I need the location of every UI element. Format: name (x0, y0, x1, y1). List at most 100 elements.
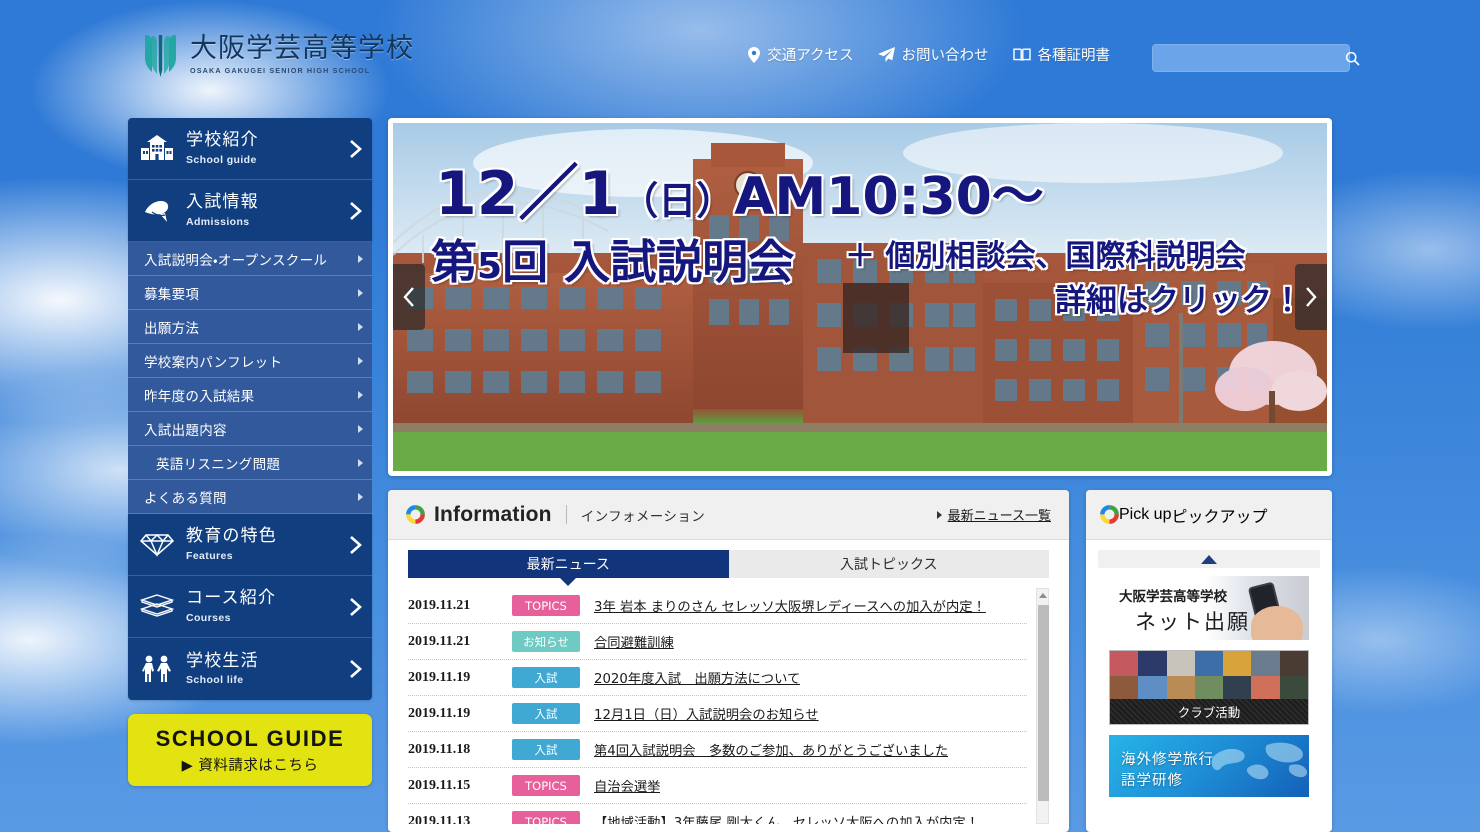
color-ring-icon (406, 505, 425, 524)
sidebar-item-english-listening[interactable]: 英語リスニング問題 (128, 446, 372, 480)
news-title[interactable]: 第4回入試説明会 多数のご参加、ありがとうございました (594, 740, 948, 759)
news-title[interactable]: 2020年度入試 出願方法について (594, 668, 800, 687)
news-date: 2019.11.19 (408, 705, 471, 721)
hero-slide-image: 12／1（日）AM10:30〜 第5回 入試説明会 ＋ 個別相談会、国際科説明会… (393, 123, 1327, 471)
news-scroll-area: 2019.11.21 TOPICS 3年 岩本 まりのさん セレッソ大阪堺レディ… (408, 588, 1049, 824)
news-row[interactable]: 2019.11.19 入試 2020年度入試 出願方法について (408, 660, 1027, 696)
page-body: 学校紹介 School guide 入試情報 Admissions 入試説明会・… (128, 118, 1350, 832)
sidebar-sub-label: 入試出題内容 (144, 422, 227, 439)
scroll-up-arrow-icon[interactable] (1038, 593, 1047, 598)
carousel-prev-button[interactable] (393, 264, 425, 330)
pickup-body: 大阪学芸高等学校 ネット出願 クラブ活動 海外修学旅行 語学研修 (1086, 540, 1332, 797)
information-header: Information インフォメーション 最新ニュース一覧 (388, 490, 1069, 540)
triangle-right-icon (348, 254, 372, 263)
search-button[interactable] (1345, 45, 1360, 71)
news-badge: 入試 (512, 703, 580, 724)
tab-admission-topics[interactable]: 入試トピックス (728, 550, 1049, 578)
news-title[interactable]: 3年 岩本 まりのさん セレッソ大阪堺レディースへの加入が内定！ (594, 596, 986, 615)
hand-illustration (1251, 606, 1303, 640)
news-title[interactable]: 12月1日（日）入試説明会のお知らせ (594, 704, 819, 723)
news-date: 2019.11.13 (408, 813, 471, 825)
sidebar-item-last-year-results[interactable]: 昨年度の入試結果 (128, 378, 372, 412)
sidebar-sub-label: 出願方法 (144, 320, 200, 337)
header-link-access[interactable]: 交通アクセス (748, 44, 854, 65)
news-row[interactable]: 2019.11.18 入試 第4回入試説明会 多数のご参加、ありがとうございまし… (408, 732, 1027, 768)
school-guide-jp-label: ▶ 資料請求はこちら (181, 757, 319, 774)
triangle-right-icon (348, 288, 372, 297)
news-row[interactable]: 2019.11.13 TOPICS 【地域活動】3年藤尾 剛大くん、セレッソ大阪… (408, 804, 1027, 824)
news-date: 2019.11.18 (408, 741, 471, 757)
logo-text-en: OSAKA GAKUGEI SENIOR HIGH SCHOOL (190, 66, 371, 76)
news-badge: TOPICS (512, 595, 580, 616)
sidebar-item-briefing[interactable]: 入試説明会・オープンスクール (128, 242, 372, 276)
triangle-right-icon (348, 424, 372, 433)
chevron-right-icon (338, 597, 372, 617)
sidebar-item-school-life[interactable]: 学校生活 School life (128, 638, 372, 700)
chevron-right-icon (338, 201, 372, 221)
club-photo (1110, 676, 1139, 701)
news-row[interactable]: 2019.11.15 TOPICS 自治会選挙 (408, 768, 1027, 804)
sidebar-item-label-jp: 教育の特色 (186, 526, 277, 547)
news-row[interactable]: 2019.11.21 お知らせ 合同避難訓練 (408, 624, 1027, 660)
sidebar-item-courses[interactable]: コース紹介 Courses (128, 576, 372, 638)
tab-latest-news[interactable]: 最新ニュース (408, 550, 729, 578)
world-map-icon (1211, 742, 1308, 780)
news-list-link-label: 最新ニュース一覧 (947, 509, 1051, 524)
site-logo[interactable]: 大阪学芸高等学校 OSAKA GAKUGEI SENIOR HIGH SCHOO… (142, 32, 414, 78)
tab-label: 入試トピックス (839, 557, 938, 573)
sidebar-item-label-en: Admissions (186, 215, 250, 228)
club-photo (1223, 676, 1252, 701)
triangle-right-icon (348, 458, 372, 467)
sidebar-item-school-guide[interactable]: 学校紹介 School guide (128, 118, 372, 180)
school-guide-en-label: SCHOOL GUIDE (155, 725, 345, 751)
sidebar-item-exam-content[interactable]: 入試出題内容 (128, 412, 372, 446)
news-title[interactable]: 自治会選挙 (594, 776, 660, 795)
banner-net-application[interactable]: 大阪学芸高等学校 ネット出願 (1109, 576, 1309, 640)
search-input[interactable] (1153, 45, 1345, 71)
news-date: 2019.11.19 (408, 669, 471, 685)
sidebar-item-label-jp: 学校生活 (186, 650, 259, 671)
pickup-title-en: Pick up (1119, 505, 1172, 523)
sidebar-item-guidelines[interactable]: 募集要項 (128, 276, 372, 310)
sidebar-item-pamphlet[interactable]: 学校案内パンフレット (128, 344, 372, 378)
hero-overlay-text: 12／1（日）AM10:30〜 第5回 入試説明会 ＋ 個別相談会、国際科説明会… (393, 123, 1327, 471)
sidebar-item-label-jp: 入試情報 (186, 192, 259, 213)
header-link-contact[interactable]: お問い合わせ (877, 44, 989, 65)
sidebar-item-faq[interactable]: よくある質問 (128, 480, 372, 514)
information-title-jp: インフォメーション (580, 508, 706, 525)
club-photo (1251, 651, 1280, 676)
sidebar-sub-label: 学校案内パンフレット (144, 354, 283, 371)
news-list-link[interactable]: 最新ニュース一覧 (936, 505, 1051, 524)
hero-carousel[interactable]: 12／1（日）AM10:30〜 第5回 入試説明会 ＋ 個別相談会、国際科説明会… (388, 118, 1332, 476)
club-photo (1110, 651, 1139, 676)
pickup-header: Pick up ピックアップ (1086, 490, 1332, 540)
banner-club-activities[interactable]: クラブ活動 (1109, 650, 1309, 725)
pickup-title-jp: ピックアップ (1171, 508, 1268, 526)
scrollbar-thumb[interactable] (1038, 605, 1049, 801)
search-box[interactable] (1152, 44, 1360, 72)
club-photo (1138, 676, 1167, 701)
carousel-next-button[interactable] (1295, 264, 1327, 330)
banner-overseas-study[interactable]: 海外修学旅行 語学研修 (1109, 735, 1309, 797)
sidebar-item-features[interactable]: 教育の特色 Features (128, 514, 372, 576)
news-row[interactable]: 2019.11.19 入試 12月1日（日）入試説明会のお知らせ (408, 696, 1027, 732)
news-title[interactable]: 【地域活動】3年藤尾 剛大くん、セレッソ大阪への加入が内定！ (594, 812, 979, 824)
header-nav: 交通アクセス お問い合わせ 各種証明書 (748, 44, 1110, 65)
club-photo-grid (1110, 651, 1308, 701)
two-people-icon (128, 655, 186, 683)
pickup-scroll-up-button[interactable] (1098, 550, 1320, 568)
sidebar-item-application[interactable]: 出願方法 (128, 310, 372, 344)
school-guide-request-button[interactable]: SCHOOL GUIDE ▶ 資料請求はこちら (128, 714, 372, 786)
hero-line-1: 12／1（日）AM10:30〜 (435, 159, 1044, 229)
sidebar-item-label-jp: 学校紹介 (186, 130, 259, 151)
news-title[interactable]: 合同避難訓練 (594, 632, 674, 651)
chevron-left-icon (403, 287, 414, 307)
banner-travel-line2: 語学研修 (1121, 773, 1183, 789)
chevron-right-icon (338, 659, 372, 679)
news-scrollbar[interactable] (1036, 588, 1049, 824)
header-link-certificates[interactable]: 各種証明書 (1012, 44, 1110, 65)
sidebar-item-admissions[interactable]: 入試情報 Admissions (128, 180, 372, 242)
club-photo (1251, 676, 1280, 701)
news-row[interactable]: 2019.11.21 TOPICS 3年 岩本 まりのさん セレッソ大阪堺レディ… (408, 588, 1027, 624)
sidebar-sub-label: 英語リスニング問題 (156, 456, 281, 473)
